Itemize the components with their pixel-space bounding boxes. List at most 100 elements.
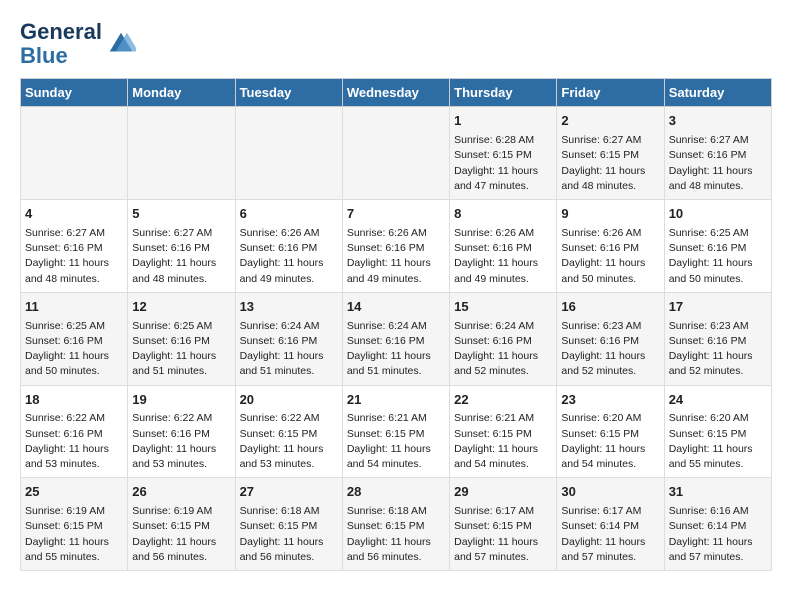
- calendar-cell: 28Sunrise: 6:18 AMSunset: 6:15 PMDayligh…: [342, 478, 449, 571]
- day-number: 28: [347, 483, 445, 502]
- cell-content-line: Sunset: 6:16 PM: [25, 241, 123, 256]
- cell-content-line: Daylight: 11 hours: [561, 164, 659, 179]
- calendar-cell: 13Sunrise: 6:24 AMSunset: 6:16 PMDayligh…: [235, 292, 342, 385]
- cell-content-line: and 53 minutes.: [25, 457, 123, 472]
- cell-content-line: Sunrise: 6:23 AM: [561, 319, 659, 334]
- day-number: 15: [454, 298, 552, 317]
- cell-content-line: Sunset: 6:16 PM: [25, 334, 123, 349]
- cell-content-line: Sunrise: 6:26 AM: [347, 226, 445, 241]
- day-number: 17: [669, 298, 767, 317]
- calendar-cell: [342, 107, 449, 200]
- cell-content-line: Daylight: 11 hours: [454, 535, 552, 550]
- cell-content-line: and 52 minutes.: [561, 364, 659, 379]
- cell-content-line: Daylight: 11 hours: [454, 442, 552, 457]
- cell-content-line: Sunset: 6:16 PM: [240, 241, 338, 256]
- cell-content-line: Daylight: 11 hours: [25, 256, 123, 271]
- day-number: 11: [25, 298, 123, 317]
- cell-content-line: and 48 minutes.: [132, 272, 230, 287]
- cell-content-line: Sunset: 6:15 PM: [132, 519, 230, 534]
- cell-content-line: Sunset: 6:16 PM: [347, 241, 445, 256]
- cell-content-line: Sunrise: 6:17 AM: [454, 504, 552, 519]
- day-number: 19: [132, 391, 230, 410]
- day-number: 22: [454, 391, 552, 410]
- cell-content-line: Daylight: 11 hours: [454, 164, 552, 179]
- calendar-cell: [235, 107, 342, 200]
- day-number: 20: [240, 391, 338, 410]
- cell-content-line: and 57 minutes.: [669, 550, 767, 565]
- calendar-cell: 16Sunrise: 6:23 AMSunset: 6:16 PMDayligh…: [557, 292, 664, 385]
- cell-content-line: Sunrise: 6:27 AM: [25, 226, 123, 241]
- cell-content-line: Sunset: 6:15 PM: [454, 519, 552, 534]
- calendar-cell: 11Sunrise: 6:25 AMSunset: 6:16 PMDayligh…: [21, 292, 128, 385]
- cell-content-line: Daylight: 11 hours: [240, 349, 338, 364]
- cell-content-line: Sunset: 6:16 PM: [132, 334, 230, 349]
- calendar-cell: 30 Sunrise: 6:17 AMSunset: 6:14 PMDayligh…: [557, 478, 664, 571]
- cell-content-line: Sunset: 6:15 PM: [669, 427, 767, 442]
- cell-content-line: Sunset: 6:16 PM: [132, 241, 230, 256]
- cell-content-line: Sunrise: 6:18 AM: [347, 504, 445, 519]
- cell-content-line: Sunset: 6:15 PM: [240, 427, 338, 442]
- cell-content-line: Daylight: 11 hours: [669, 442, 767, 457]
- day-number: 5: [132, 205, 230, 224]
- day-number: 8: [454, 205, 552, 224]
- calendar-week-row: 1Sunrise: 6:28 AMSunset: 6:15 PMDaylight…: [21, 107, 772, 200]
- cell-content-line: Daylight: 11 hours: [561, 256, 659, 271]
- cell-content-line: Sunrise: 6:22 AM: [132, 411, 230, 426]
- cell-content-line: and 47 minutes.: [454, 179, 552, 194]
- cell-content-line: Sunset: 6:16 PM: [454, 241, 552, 256]
- day-of-week-header: Thursday: [450, 79, 557, 107]
- cell-content-line: Sunset: 6:16 PM: [454, 334, 552, 349]
- calendar-cell: 10Sunrise: 6:25 AMSunset: 6:16 PMDayligh…: [664, 200, 771, 293]
- calendar-cell: 4 Sunrise: 6:27 AMSunset: 6:16 PMDaylight…: [21, 200, 128, 293]
- day-number: 1: [454, 112, 552, 131]
- cell-content-line: and 54 minutes.: [454, 457, 552, 472]
- day-number: 7: [347, 205, 445, 224]
- calendar-cell: 27Sunrise: 6:18 AMSunset: 6:15 PMDayligh…: [235, 478, 342, 571]
- cell-content-line: Daylight: 11 hours: [240, 442, 338, 457]
- cell-content-line: and 57 minutes.: [454, 550, 552, 565]
- cell-content-line: Sunset: 6:15 PM: [561, 427, 659, 442]
- cell-content-line: and 51 minutes.: [240, 364, 338, 379]
- day-number: 25: [25, 483, 123, 502]
- cell-content-line: Daylight: 11 hours: [669, 535, 767, 550]
- cell-content-line: Sunrise: 6:21 AM: [454, 411, 552, 426]
- cell-content-line: and 54 minutes.: [347, 457, 445, 472]
- calendar-cell: 18Sunrise: 6:22 AMSunset: 6:16 PMDayligh…: [21, 385, 128, 478]
- day-number: 31: [669, 483, 767, 502]
- day-number: 27: [240, 483, 338, 502]
- cell-content-line: Sunrise: 6:25 AM: [25, 319, 123, 334]
- day-of-week-header: Saturday: [664, 79, 771, 107]
- cell-content-line: Daylight: 11 hours: [347, 442, 445, 457]
- calendar-cell: 5Sunrise: 6:27 AMSunset: 6:16 PMDaylight…: [128, 200, 235, 293]
- calendar-cell: 2Sunrise: 6:27 AMSunset: 6:15 PMDaylight…: [557, 107, 664, 200]
- calendar-cell: 19Sunrise: 6:22 AMSunset: 6:16 PMDayligh…: [128, 385, 235, 478]
- calendar-cell: 20Sunrise: 6:22 AMSunset: 6:15 PMDayligh…: [235, 385, 342, 478]
- cell-content-line: Sunset: 6:14 PM: [561, 519, 659, 534]
- calendar-cell: 31Sunrise: 6:16 AMSunset: 6:14 PMDayligh…: [664, 478, 771, 571]
- cell-content-line: Sunrise: 6:26 AM: [240, 226, 338, 241]
- cell-content-line: Sunrise: 6:28 AM: [454, 133, 552, 148]
- cell-content-line: and 54 minutes.: [561, 457, 659, 472]
- calendar-cell: 25Sunrise: 6:19 AMSunset: 6:15 PMDayligh…: [21, 478, 128, 571]
- day-number: 29: [454, 483, 552, 502]
- cell-content-line: Sunrise: 6:22 AM: [25, 411, 123, 426]
- cell-content-line: Sunrise: 6:18 AM: [240, 504, 338, 519]
- day-number: 13: [240, 298, 338, 317]
- cell-content-line: Sunrise: 6:27 AM: [561, 133, 659, 148]
- calendar-week-row: 25Sunrise: 6:19 AMSunset: 6:15 PMDayligh…: [21, 478, 772, 571]
- day-number: 21: [347, 391, 445, 410]
- cell-content-line: Sunrise: 6:19 AM: [25, 504, 123, 519]
- cell-content-line: Sunrise: 6:17 AM: [561, 504, 659, 519]
- cell-content-line: Daylight: 11 hours: [25, 442, 123, 457]
- calendar-cell: 23Sunrise: 6:20 AMSunset: 6:15 PMDayligh…: [557, 385, 664, 478]
- day-number: 4: [25, 205, 123, 224]
- cell-content-line: Sunrise: 6:21 AM: [347, 411, 445, 426]
- day-number: 30: [561, 483, 659, 502]
- cell-content-line: and 57 minutes.: [561, 550, 659, 565]
- cell-content-line: Daylight: 11 hours: [561, 535, 659, 550]
- calendar-cell: 29 Sunrise: 6:17 AMSunset: 6:15 PMDayligh…: [450, 478, 557, 571]
- calendar-cell: 22Sunrise: 6:21 AMSunset: 6:15 PMDayligh…: [450, 385, 557, 478]
- cell-content-line: Daylight: 11 hours: [132, 256, 230, 271]
- cell-content-line: Daylight: 11 hours: [454, 349, 552, 364]
- cell-content-line: Daylight: 11 hours: [347, 535, 445, 550]
